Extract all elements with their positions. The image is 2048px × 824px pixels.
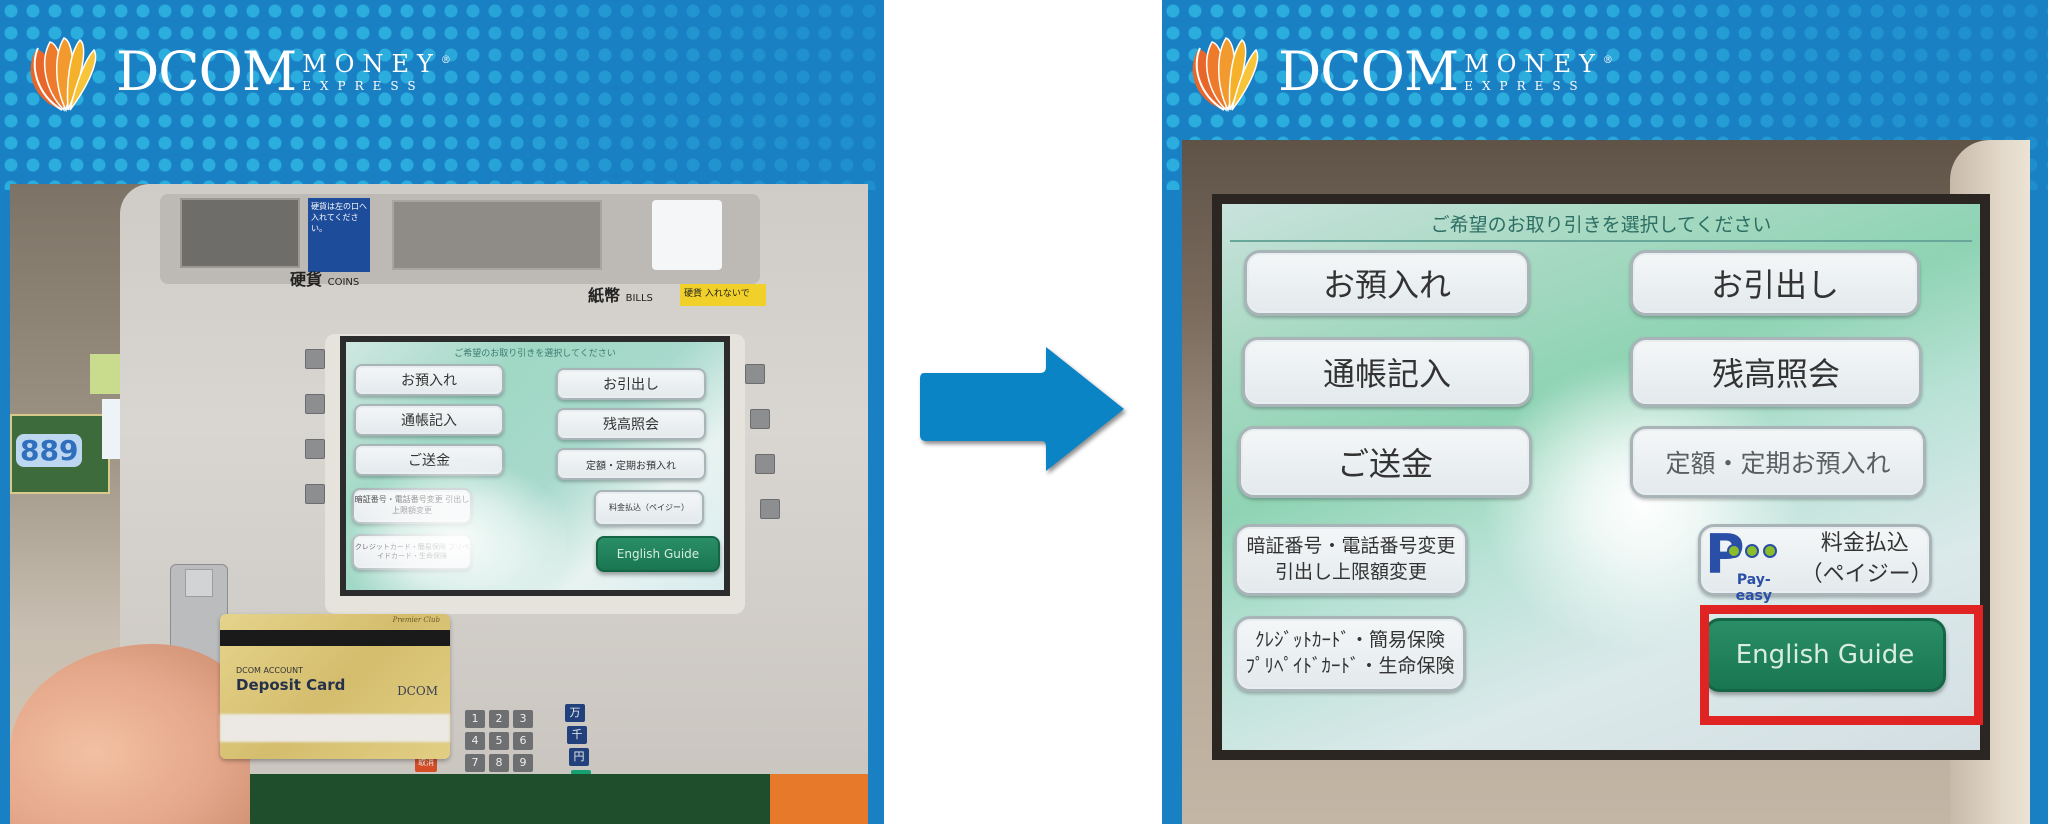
floor-mat [230,774,790,824]
coin-slot [180,198,300,268]
deposit-card: Premier Club DCOM ACCOUNT Deposit Card D… [220,614,450,759]
coins-label: 硬貨 COINS [290,270,360,289]
brand-money: MONEY® [302,50,451,78]
brand-name: DCOM [116,40,297,103]
brand-money: MONEY® [1464,50,1613,78]
side-button[interactable] [745,364,765,384]
credit-line2: ﾌﾟﾘﾍﾟｲﾄﾞｶｰﾄﾞ・生命保険 [1245,655,1455,677]
blurred-card-details [220,714,450,742]
card-account-label: DCOM ACCOUNT [236,666,304,675]
payeasy-logo-icon: P Pay-easy [1701,528,1787,604]
keypad-key[interactable]: 5 [489,732,509,750]
magnetic-stripe [220,630,450,646]
balance-inquiry-button[interactable]: 残高照会 [1630,337,1922,407]
atm-number-sign: 889 [10,414,110,494]
passbook-button[interactable]: 通帳記入 [1242,337,1532,407]
side-button[interactable] [755,454,775,474]
side-button[interactable] [760,499,780,519]
side-button[interactable] [305,484,325,504]
side-button[interactable] [305,394,325,414]
card-club-label: Premier Club [392,616,440,624]
brand-express: EXPRESS [1464,79,1587,93]
bill-slot [392,200,602,270]
shell-logo-icon [30,37,97,113]
keypad-key[interactable]: 4 [465,732,485,750]
keypad-man-key[interactable]: 万 [565,704,585,722]
keypad-key[interactable]: 2 [489,710,509,728]
payeasy-line1: 料金払込 [1820,531,1909,557]
dcom-logo: DCOM MONEY® EXPRESS [22,30,451,114]
pin-change-button[interactable]: 暗証番号・電話番号変更 引出し上限額変更 [1234,524,1468,596]
brand-name: DCOM [1278,40,1459,103]
atm-photo-before: 889 硬貨は左の口へ入れてください。 硬貨 COINS 紙幣 BILLS 硬貨… [10,184,868,824]
small-payeasy-button[interactable]: 料金払込（ペイジー） [594,490,704,526]
keypad-key[interactable]: 9 [513,754,533,772]
screen-prompt: ご希望のお取り引きを選択してください [1430,214,1772,236]
keypad-key[interactable]: 7 [465,754,485,772]
deposit-button[interactable]: お預入れ [1244,250,1530,316]
remittance-button[interactable]: ご送金 [1238,426,1532,498]
small-balance-button[interactable]: 残高照会 [556,408,706,440]
fixed-deposit-button[interactable]: 定額・定期お預入れ [1630,426,1926,498]
arrow-right-icon [920,347,1124,471]
keypad-key[interactable]: 6 [513,732,533,750]
credit-insurance-button[interactable]: ｸﾚｼﾞｯﾄｶｰﾄﾞ・簡易保険 ﾌﾟﾘﾍﾟｲﾄﾞｶｰﾄﾞ・生命保険 [1234,616,1466,692]
small-passbook-button[interactable]: 通帳記入 [354,404,504,436]
keypad-key[interactable]: 1 [465,710,485,728]
keypad-key[interactable]: 3 [513,710,533,728]
small-english-guide-button[interactable]: English Guide [596,536,720,572]
side-button[interactable] [305,439,325,459]
bills-label: 紙幣 BILLS [588,286,653,305]
side-button[interactable] [305,349,325,369]
pin-change-line2: 引出し上限額変更 [1274,561,1427,583]
small-withdraw-button[interactable]: お引出し [556,368,706,400]
small-fixed-deposit-button[interactable]: 定額・定期お預入れ [556,448,706,480]
left-panel: DCOM MONEY® EXPRESS 889 硬貨は左の口へ入れてください。 … [0,0,884,824]
card-title: Deposit Card [236,676,346,694]
withdraw-button[interactable]: お引出し [1630,250,1920,316]
screen-glare [346,462,566,590]
keypad-yen-key[interactable]: 円 [569,748,589,766]
orange-object [770,774,868,824]
brand-express: EXPRESS [302,79,425,93]
dcom-logo: DCOM MONEY® EXPRESS [1184,30,1613,114]
coin-instruction-sign: 硬貨は左の口へ入れてください。 [308,198,370,272]
atm-screen-small: ご希望のお取り引きを選択してください お預入れ お引出し 通帳記入 残高照会 ご… [340,336,730,596]
screen-prompt: ご希望のお取り引きを選択してください [454,349,616,359]
shell-logo-icon [1192,37,1259,113]
prompt-divider [1230,240,1972,242]
no-coins-tag: 硬貨 入れないで [680,284,766,306]
small-deposit-button[interactable]: お預入れ [354,364,504,396]
payeasy-sticker [652,200,722,270]
atm-top-panel: 硬貨は左の口へ入れてください。 [160,194,760,284]
side-button[interactable] [750,409,770,429]
pin-change-line1: 暗証番号・電話番号変更 [1246,535,1456,558]
credit-line1: ｸﾚｼﾞｯﾄｶｰﾄﾞ・簡易保険 [1254,629,1445,652]
payeasy-button[interactable]: P Pay-easy 料金払込 （ペイジー） [1698,524,1933,604]
card-brand: DCOM [397,684,438,698]
payeasy-line2: （ペイジー） [1800,562,1933,587]
highlight-box [1700,605,1983,725]
keypad-sen-key[interactable]: 千 [567,726,587,744]
keypad-key[interactable]: 8 [489,754,509,772]
